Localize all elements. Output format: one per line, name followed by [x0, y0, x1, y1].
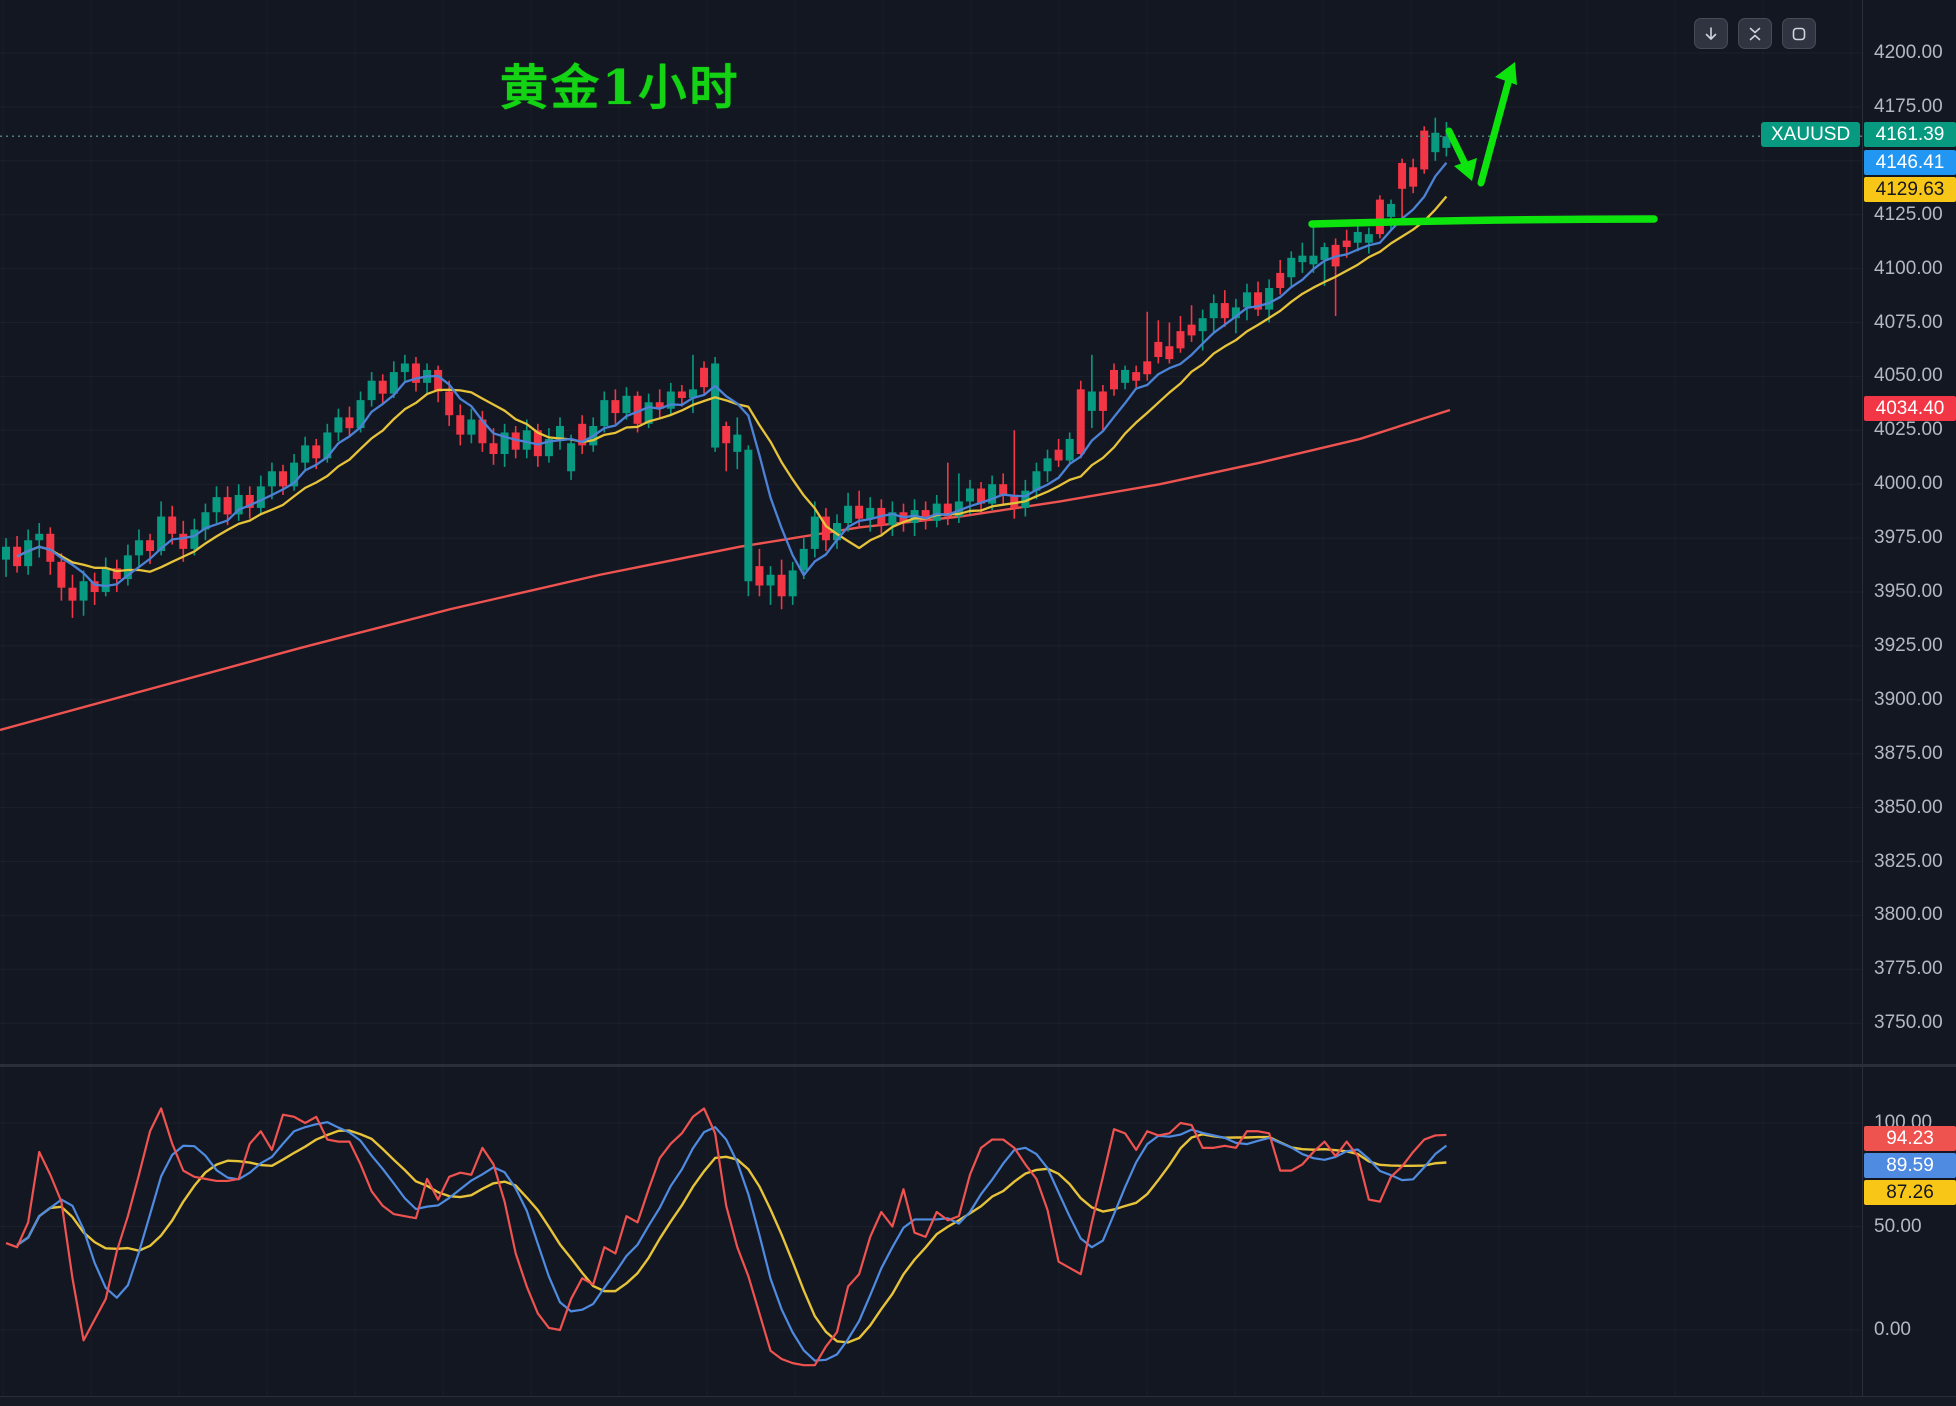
trading-chart-window: 黄金1小时 4200.004175.004150.004125.004100.0…	[0, 0, 1956, 1406]
price-tick: 50.00	[1863, 1216, 1956, 1238]
price-tick: 4125.00	[1863, 204, 1956, 226]
fullscreen-square-icon	[1791, 26, 1807, 42]
maximize-pane-button[interactable]	[1738, 18, 1772, 49]
price-tick: 4200.00	[1863, 42, 1956, 64]
price-tick: 3950.00	[1863, 581, 1956, 603]
price-tick: 3825.00	[1863, 851, 1956, 873]
last-price-badge: 4161.39	[1864, 122, 1956, 147]
ma-red-badge: 4034.40	[1864, 396, 1956, 421]
price-tick: 4025.00	[1863, 419, 1956, 441]
arrow-down-icon	[1703, 26, 1719, 42]
ma-yellow-badge: 4129.63	[1864, 177, 1956, 202]
chevrons-collapse-icon	[1747, 26, 1763, 42]
ma-blue-badge: 4146.41	[1864, 150, 1956, 175]
price-tick: 4100.00	[1863, 258, 1956, 280]
scroll-to-latest-button[interactable]	[1694, 18, 1728, 49]
price-tick: 3875.00	[1863, 743, 1956, 765]
chart-canvas[interactable]	[0, 0, 1956, 1406]
stoch-yellow-badge: 87.26	[1864, 1180, 1956, 1205]
stoch-red-badge: 94.23	[1864, 1126, 1956, 1151]
price-tick: 3850.00	[1863, 797, 1956, 819]
candles	[2, 118, 1450, 618]
arrow-up-segment	[1481, 72, 1511, 183]
fullscreen-button[interactable]	[1782, 18, 1816, 49]
green-annotations[interactable]	[1312, 62, 1654, 224]
price-tick: 4050.00	[1863, 365, 1956, 387]
symbol-label: XAUUSD	[1761, 122, 1860, 147]
price-tick: 3975.00	[1863, 527, 1956, 549]
pane-divider[interactable]	[0, 1064, 1956, 1067]
price-tick: 3775.00	[1863, 958, 1956, 980]
price-tick: 4000.00	[1863, 473, 1956, 495]
price-tick: 4175.00	[1863, 96, 1956, 118]
chart-title-annotation[interactable]: 黄金1小时	[500, 48, 740, 118]
price-tick: 3750.00	[1863, 1012, 1956, 1034]
chart-toolbar	[1694, 18, 1816, 49]
price-tick: 3800.00	[1863, 904, 1956, 926]
price-tick: 3925.00	[1863, 635, 1956, 657]
stoch-blue-badge: 89.59	[1864, 1153, 1956, 1178]
time-axis[interactable]	[0, 1396, 1956, 1406]
price-tick: 4075.00	[1863, 312, 1956, 334]
price-tick: 3900.00	[1863, 689, 1956, 711]
price-axis[interactable]: 4200.004175.004150.004125.004100.004075.…	[1862, 0, 1956, 1396]
price-tick: 0.00	[1863, 1319, 1956, 1341]
support-line-annotation	[1312, 219, 1654, 224]
